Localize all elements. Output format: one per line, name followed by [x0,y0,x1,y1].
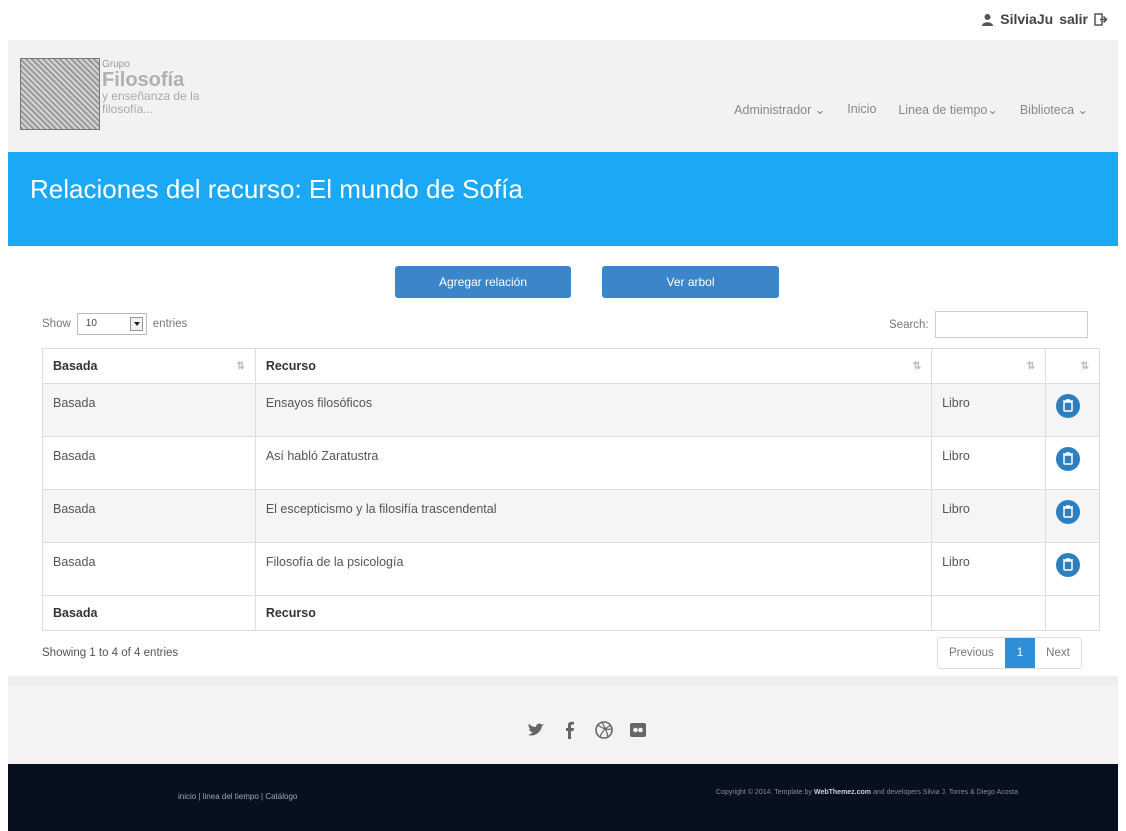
copyright-text: Copyright © 2014. Template by [715,789,813,796]
col-basada-header[interactable]: Basada ⇅ [42,348,256,384]
chevron-down-icon[interactable] [129,317,143,331]
cell-tipo: Libro [931,489,1046,543]
site-footer: inicio | linea del tiempo | Catálogo Cop… [8,764,1118,831]
user-box: SilviaJu salir [981,11,1108,27]
trash-icon [1062,558,1073,571]
logout-link[interactable]: salir [1059,11,1088,27]
table-row: Basada Así habló Zaratustra Libro [42,436,1101,490]
col-recurso-header[interactable]: Recurso ⇅ [254,348,933,384]
delete-button[interactable] [1055,447,1080,471]
view-tree-button[interactable]: Ver arbol [602,266,779,298]
cell-recurso: Así habló Zaratustra [254,436,933,490]
trash-icon [1062,452,1073,465]
username[interactable]: SilviaJu [1000,11,1053,27]
cell-actions [1044,489,1101,543]
footer-basada: Basada [42,595,256,631]
sort-asc-icon: ⇅ [236,361,245,372]
entries-value: 10 [85,318,97,329]
col-actions-header[interactable]: ⇅ [1044,348,1101,384]
footer-links[interactable]: inicio | linea del tiempo | Catálogo [178,792,297,801]
col-tipo-header[interactable]: ⇅ [931,348,1046,384]
sort-icon: ⇅ [1026,361,1035,372]
logo-image [20,58,100,130]
table-header-row: Basada ⇅ Recurso ⇅ ⇅ ⇅ [42,348,1101,384]
footer-recurso: Recurso [254,595,933,631]
footer-empty [1044,595,1101,631]
twitter-icon[interactable] [526,720,546,740]
cell-basada: Basada [42,436,256,490]
nav-linea-de-tiempo[interactable]: Linea de tiempo⌄ [898,102,997,117]
logo-text: Grupo Filosofía y enseñanza de la filoso… [102,60,199,130]
copyright: Copyright © 2014. Template by WebThemez.… [648,788,1018,798]
cell-recurso: Filosofía de la psicología [254,542,933,596]
show-label: Show [42,318,71,330]
table-row: Basada Filosofía de la psicología Libro [42,542,1101,596]
facebook-icon[interactable] [560,720,580,740]
user-icon [982,13,994,26]
search-label: Search: [889,318,929,331]
cell-actions [1044,436,1101,490]
cell-recurso: El escepticismo y la filosifía trascende… [254,489,933,543]
cell-basada: Basada [42,489,256,543]
main-nav: Administrador ⌄ Inicio Linea de tiempo⌄ … [734,102,1088,117]
nav-biblioteca[interactable]: Biblioteca ⌄ [1020,102,1088,117]
credits-text: and developers Silvia J. Torres & Diego … [872,789,1018,796]
divider [8,676,1118,686]
search-input[interactable] [934,311,1088,338]
sort-icon: ⇅ [1080,361,1089,372]
top-bar: SilviaJu salir [0,0,1126,40]
entries-length-control: Show 10 entries [42,313,187,335]
nav-administrador[interactable]: Administrador ⌄ [734,102,825,117]
table-row: Basada El escepticismo y la filosifía tr… [42,489,1101,543]
cell-basada: Basada [42,542,256,596]
site-header: Grupo Filosofía y enseñanza de la filoso… [8,40,1118,152]
table-row: Basada Ensayos filosóficos Libro [42,383,1101,437]
page-banner: Relaciones del recurso: El mundo de Sofí… [8,152,1118,246]
table-footer-row: Basada Recurso [42,595,1101,631]
entries-label: entries [152,318,188,330]
flickr-icon[interactable] [628,720,648,740]
page-title: Relaciones del recurso: El mundo de Sofí… [30,174,523,204]
cell-actions [1044,383,1101,437]
page-1-button[interactable]: 1 [1004,638,1036,668]
cell-basada: Basada [42,383,256,437]
sort-icon: ⇅ [912,361,922,372]
nav-inicio[interactable]: Inicio [847,102,876,117]
cell-tipo: Libro [931,436,1046,490]
logo-title: Filosofía [102,69,185,91]
template-link[interactable]: WebThemez.com [814,789,871,796]
site-logo[interactable]: Grupo Filosofía y enseñanza de la filoso… [20,58,199,130]
cell-actions [1044,542,1101,596]
cell-recurso: Ensayos filosóficos [254,383,933,437]
next-button[interactable]: Next [1035,638,1081,668]
trash-icon [1062,505,1073,518]
dribbble-icon[interactable] [594,720,614,740]
table-info: Showing 1 to 4 of 4 entries [42,647,179,659]
table-search: Search: [889,311,1088,338]
delete-button[interactable] [1055,394,1080,418]
delete-button[interactable] [1055,500,1080,524]
pagination: Previous 1 Next [937,637,1082,669]
social-links [526,720,648,740]
previous-button[interactable]: Previous [938,638,1005,668]
cell-tipo: Libro [931,383,1046,437]
footer-empty [931,595,1046,631]
cell-tipo: Libro [931,542,1046,596]
delete-button[interactable] [1055,553,1080,577]
trash-icon [1062,399,1073,412]
entries-select[interactable]: 10 [76,313,147,335]
relations-table: Basada ⇅ Recurso ⇅ ⇅ ⇅ Basada Ensayos filo… [42,348,1101,631]
add-relation-button[interactable]: Agregar relación [395,266,571,298]
logo-subtitle-2: filosofía... [102,102,154,116]
logout-icon[interactable] [1094,12,1108,26]
